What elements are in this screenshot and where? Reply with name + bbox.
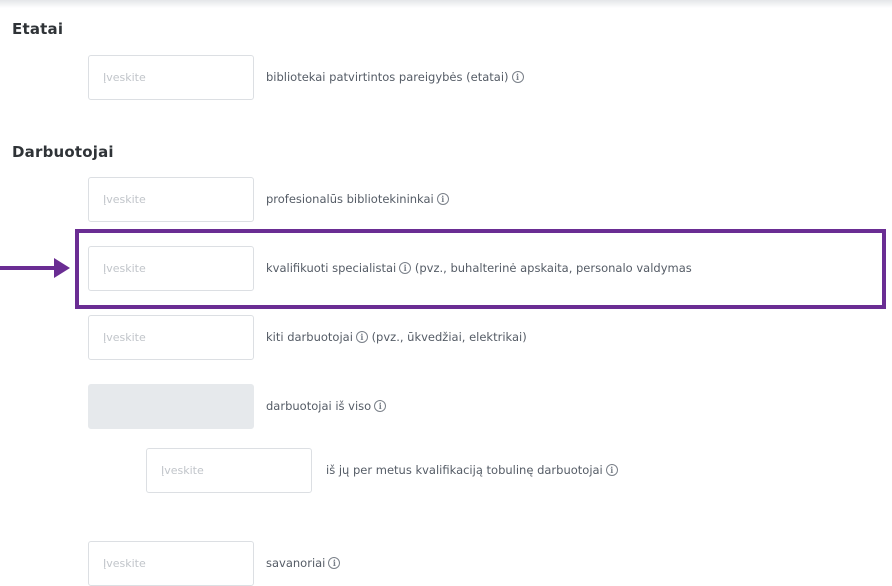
kiti-label-text: kiti darbuotojai <box>266 330 353 344</box>
arrow-right-icon <box>0 266 56 270</box>
info-icon[interactable]: i <box>436 193 449 205</box>
viso-readonly-field <box>88 384 254 429</box>
info-icon[interactable]: i <box>511 71 524 83</box>
kiti-input[interactable] <box>88 315 254 360</box>
viso-label-text: darbuotojai iš viso <box>266 399 372 413</box>
profesionalus-label-text: profesionalūs bibliotekininkai <box>266 192 434 206</box>
etatai-input[interactable] <box>88 55 254 100</box>
section-title-darbuotojai: Darbuotojai <box>12 143 114 161</box>
etatai-label: bibliotekai patvirtintos pareigybės (eta… <box>266 70 524 84</box>
info-icon[interactable]: i <box>374 400 387 412</box>
viso-label: darbuotojai iš viso i <box>266 399 387 413</box>
profesionalus-label: profesionalūs bibliotekininkai i <box>266 192 449 206</box>
arrow-head <box>54 258 70 278</box>
top-shadow <box>0 0 892 8</box>
info-icon[interactable]: i <box>605 464 618 476</box>
tobulino-label-text: iš jų per metus kvalifikaciją tobulinę d… <box>326 463 603 477</box>
savanoriai-label-text: savanoriai <box>266 556 326 570</box>
section-title-etatai: Etatai <box>12 20 64 38</box>
tobulino-input[interactable] <box>146 448 312 493</box>
info-icon[interactable]: i <box>355 331 368 343</box>
info-icon[interactable]: i <box>328 557 341 569</box>
kiti-label: kiti darbuotojai i (pvz., ūkvedžiai, elek… <box>266 330 527 344</box>
tobulino-label: iš jų per metus kvalifikaciją tobulinę d… <box>326 463 618 477</box>
savanoriai-input[interactable] <box>88 541 254 586</box>
kiti-note: (pvz., ūkvedžiai, elektrikai) <box>371 330 527 344</box>
etatai-label-text: bibliotekai patvirtintos pareigybės (eta… <box>266 70 509 84</box>
savanoriai-label: savanoriai i <box>266 556 341 570</box>
profesionalus-input[interactable] <box>88 177 254 222</box>
highlight-box <box>75 229 886 309</box>
